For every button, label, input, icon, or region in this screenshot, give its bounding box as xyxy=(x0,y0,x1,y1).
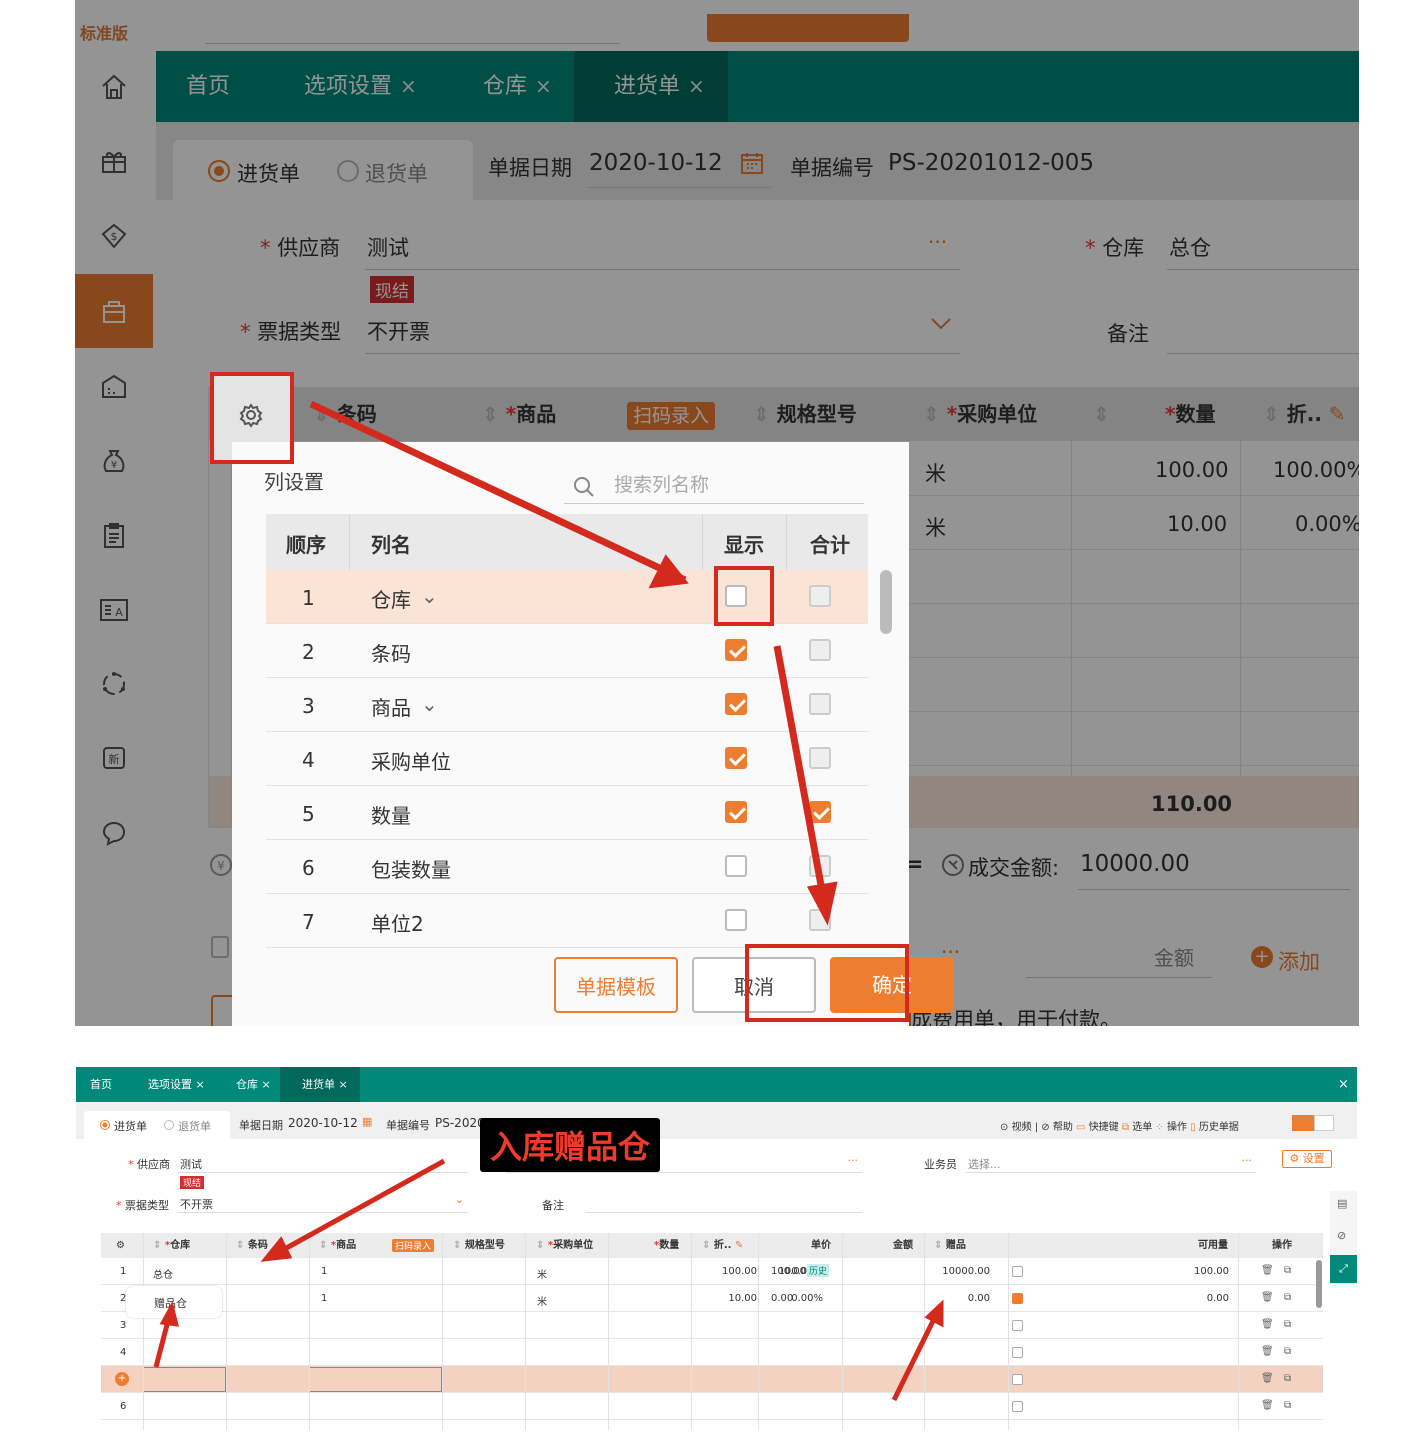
annotation-layer xyxy=(210,372,909,1022)
bottom-screenshot: 首页 选项设置 × 仓库 × 进货单 × × 进货单 退货单 单据日期 2020… xyxy=(76,1067,1357,1430)
top-screenshot: 标准版 $ ¥ A 新 首页 选项设置 × 仓库 × 进货单 × 进货单 退货单… xyxy=(75,0,1359,1026)
annotation-layer-bottom xyxy=(153,1158,944,1402)
